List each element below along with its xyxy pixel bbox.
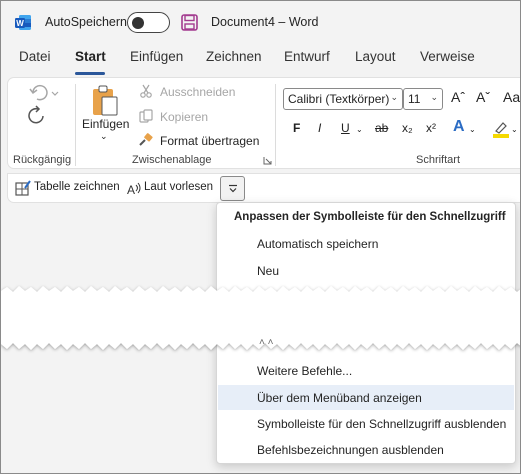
paste-icon[interactable] — [90, 84, 120, 118]
save-icon[interactable] — [181, 14, 198, 31]
shrink-font-button[interactable]: Aˇ — [476, 89, 490, 105]
format-painter-button[interactable]: Format übertragen — [160, 134, 259, 148]
document-title: Document4 – Word — [211, 15, 319, 29]
bold-button[interactable]: F — [293, 121, 300, 135]
read-aloud-button[interactable]: Laut vorlesen — [144, 181, 213, 193]
tab-layout[interactable]: Layout — [355, 49, 396, 64]
tab-einfuegen[interactable]: Einfügen — [130, 49, 183, 64]
font-name-value: Calibri (Textkörper) — [288, 92, 390, 106]
qat-dropdown-icon — [229, 184, 237, 193]
font-name-combo[interactable]: Calibri (Textkörper) ⌄ — [283, 88, 403, 110]
read-aloud-icon[interactable]: A — [126, 181, 142, 197]
title-bar: W AutoSpeichern Document4 – Word — [1, 1, 520, 45]
word-icon[interactable]: W — [15, 14, 32, 31]
redo-icon[interactable] — [27, 105, 49, 127]
menu-item-hide-command-labels[interactable]: Befehlsbezeichnungen ausblenden — [218, 437, 514, 462]
copy-button[interactable]: Kopieren — [160, 110, 208, 124]
separator — [275, 84, 276, 166]
paste-button[interactable]: Einfügen — [82, 117, 129, 131]
text-effects-button[interactable]: A — [453, 118, 465, 136]
menu-item-show-above-ribbon[interactable]: Über dem Menüband anzeigen — [218, 385, 514, 410]
subscript-button[interactable]: x₂ — [402, 121, 413, 135]
text-effects-dropdown-icon[interactable]: ⌄ — [469, 125, 476, 134]
word-window: W AutoSpeichern Document4 – Word Datei S… — [0, 0, 521, 474]
tab-datei[interactable]: Datei — [19, 49, 51, 64]
draw-table-icon[interactable] — [15, 180, 31, 196]
underline-dropdown-icon[interactable]: ⌄ — [356, 125, 363, 134]
svg-text:˄ ˄: ˄ ˄ — [259, 337, 274, 348]
autosave-toggle[interactable] — [127, 12, 170, 33]
ribbon-tabs: Datei Start Einfügen Zeichnen Entwurf La… — [1, 49, 520, 73]
highlighter-dropdown-icon[interactable]: ⌄ — [511, 125, 518, 134]
draw-table-button[interactable]: Tabelle zeichnen — [34, 181, 120, 193]
torn-edge-break: ˄ ˄ — [1, 286, 520, 350]
tab-entwurf[interactable]: Entwurf — [284, 49, 330, 64]
paste-dropdown-icon[interactable]: ⌄ — [100, 131, 108, 142]
superscript-button[interactable]: x² — [426, 121, 436, 135]
separator — [75, 84, 76, 166]
toggle-knob — [132, 16, 144, 29]
menu-item-more-commands[interactable]: Weitere Befehle... — [218, 358, 514, 383]
active-tab-indicator — [75, 72, 105, 75]
undo-icon[interactable] — [28, 83, 62, 103]
strikethrough-button[interactable]: ab — [375, 121, 388, 135]
clipboard-group-label: Zwischenablage — [132, 154, 212, 166]
tab-verweise[interactable]: Verweise — [420, 49, 475, 64]
qat-customize-button[interactable] — [220, 176, 245, 201]
menu-item-hide-qat[interactable]: Symbolleiste für den Schnellzugriff ausb… — [218, 411, 514, 436]
highlighter-icon[interactable] — [492, 120, 510, 138]
chevron-down-icon[interactable]: ⌄ — [430, 92, 438, 103]
dialog-launcher-icon[interactable] — [263, 156, 272, 165]
svg-text:A: A — [127, 183, 135, 197]
font-group-label: Schriftart — [416, 154, 461, 166]
grow-font-button[interactable]: Aˆ — [451, 89, 465, 105]
tab-start[interactable]: Start — [75, 49, 106, 64]
font-size-combo[interactable]: 11 ⌄ — [403, 88, 443, 110]
cut-button[interactable]: Ausschneiden — [160, 85, 235, 99]
change-case-button[interactable]: Aa — [503, 89, 520, 105]
quick-access-toolbar: Tabelle zeichnen A Laut vorlesen — [7, 173, 520, 203]
chevron-down-icon[interactable]: ⌄ — [390, 92, 398, 103]
menu-item-autosave[interactable]: Automatisch speichern — [218, 231, 514, 256]
copy-icon[interactable] — [139, 109, 153, 123]
cut-icon[interactable] — [139, 84, 153, 98]
tab-zeichnen[interactable]: Zeichnen — [206, 49, 262, 64]
font-size-value: 11 — [408, 92, 421, 106]
menu-header: Anpassen der Symbolleiste für den Schnel… — [234, 211, 506, 223]
format-painter-icon[interactable] — [138, 133, 154, 147]
italic-button[interactable]: I — [318, 121, 321, 135]
underline-button[interactable]: U — [341, 121, 350, 135]
undo-group-label: Rückgängig — [13, 154, 72, 166]
autosave-label: AutoSpeichern — [45, 15, 128, 29]
menu-item-new[interactable]: Neu — [218, 258, 514, 283]
ribbon: Rückgängig Einfügen ⌄ Ausschneiden Kopie… — [7, 77, 520, 169]
svg-text:W: W — [16, 19, 24, 28]
